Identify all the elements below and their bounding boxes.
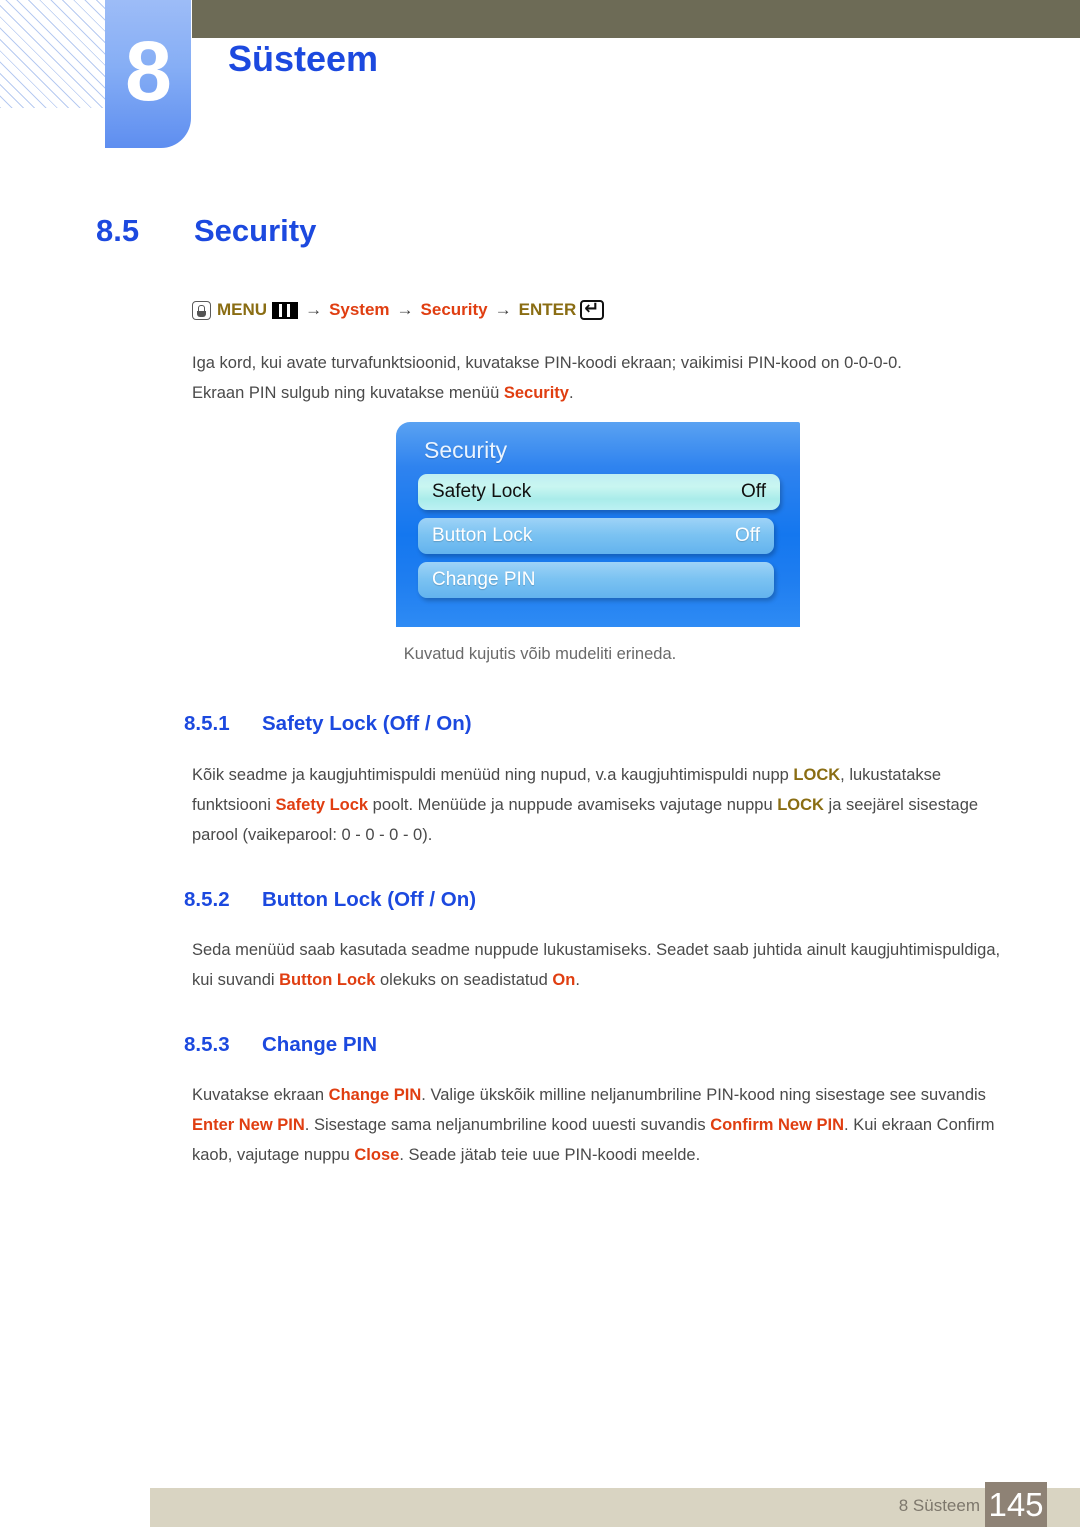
subsection-number-853: 8.5.3: [184, 1033, 230, 1056]
p852-highlight-on: On: [552, 971, 576, 989]
chapter-number-tab: 8: [105, 0, 191, 148]
p851-button-lock-1: LOCK: [793, 766, 841, 784]
header-olive-bar: [192, 0, 1080, 38]
subsection-number-851: 8.5.1: [184, 712, 230, 735]
osd-row-button-lock-label: Button Lock: [432, 525, 533, 546]
p851-text-3: poolt. Menüüde ja nuppude avamiseks vaju…: [368, 796, 778, 814]
osd-row-safety-lock: Safety Lock Off: [418, 474, 780, 510]
p853-highlight-confirm-new-pin: Confirm New PIN: [710, 1116, 845, 1134]
hand-press-icon: [192, 300, 211, 320]
subsection-number-852: 8.5.2: [184, 888, 230, 911]
p853-text-3: . Sisestage sama neljanumbriline kood uu…: [304, 1116, 711, 1134]
osd-menu-screenshot: Security Safety Lock Off Button Lock Off…: [396, 422, 800, 627]
intro-line-1: Iga kord, kui avate turvafunktsioonid, k…: [192, 354, 902, 372]
osd-row-button-lock-value: Off: [735, 525, 760, 546]
p853-highlight-enter-new-pin: Enter New PIN: [192, 1116, 305, 1134]
subsection-title-853: Change PIN: [262, 1033, 378, 1056]
osd-row-button-lock: Button Lock Off: [418, 518, 774, 554]
menu-bars-icon: [272, 301, 299, 319]
p853-text-5: . Seade jätab teie uue PIN-koodi meelde.: [399, 1146, 701, 1164]
subsection-heading-853: 8.5.3 Change PIN: [184, 1033, 377, 1057]
intro-line-2: Ekraan PIN sulgub ning kuvatakse menüü S…: [192, 378, 1010, 408]
menu-path-arrow-1: →: [305, 300, 323, 319]
subsection-title-852: Button Lock (Off / On): [262, 888, 477, 911]
enter-return-icon: [580, 298, 605, 320]
subsection-heading-852: 8.5.2 Button Lock (Off / On): [184, 888, 476, 912]
p853-highlight-close: Close: [354, 1146, 400, 1164]
menu-path-item-security: Security: [420, 300, 488, 319]
section-title: Security: [194, 213, 317, 248]
section-number: 8.5: [96, 213, 140, 248]
intro-line-2-text: Ekraan PIN sulgub ning kuvatakse menüü: [192, 384, 504, 402]
p851-highlight-safety-lock: Safety Lock: [275, 796, 369, 814]
chapter-title: Süsteem: [228, 38, 379, 79]
intro-highlight-security: Security: [503, 384, 569, 402]
footer-chapter-label: 8 Süsteem: [898, 1496, 980, 1515]
osd-row-safety-lock-value: Off: [741, 481, 766, 502]
menu-path-menu-label: MENU: [217, 300, 268, 319]
p853-highlight-change-pin: Change PIN: [328, 1086, 422, 1104]
p853-text-1: Kuvatakse ekraan: [192, 1086, 329, 1104]
osd-row-safety-lock-label: Safety Lock: [432, 481, 532, 502]
subsection-paragraph-853: Kuvatakse ekraan Change PIN. Valige üksk…: [192, 1080, 1010, 1170]
subsection-heading-851: 8.5.1 Safety Lock (Off / On): [184, 712, 472, 736]
osd-row-change-pin-label: Change PIN: [432, 569, 536, 590]
menu-path-breadcrumb: MENU → System → Security → ENTER: [192, 298, 605, 320]
p852-text-3: .: [575, 971, 580, 989]
p852-text-2: olekuks on seadistatud: [375, 971, 553, 989]
intro-paragraph: Iga kord, kui avate turvafunktsioonid, k…: [192, 348, 1010, 408]
osd-caption: Kuvatud kujutis võib mudeliti erineda.: [403, 645, 677, 663]
intro-line-2-period: .: [568, 384, 574, 402]
osd-row-change-pin: Change PIN: [418, 562, 774, 598]
menu-path-arrow-3: →: [494, 300, 512, 319]
footer-page-number: 145: [985, 1482, 1047, 1527]
menu-path-enter-label: ENTER: [518, 300, 577, 319]
subsection-paragraph-851: Kõik seadme ja kaugjuhtimispuldi menüüd …: [192, 760, 1010, 850]
menu-path-arrow-2: →: [396, 300, 414, 319]
chapter-number: 8: [125, 24, 172, 118]
osd-title: Security: [424, 437, 508, 463]
subsection-title-851: Safety Lock (Off / On): [262, 712, 472, 735]
menu-path-item-system: System: [329, 300, 390, 319]
subsection-paragraph-852: Seda menüüd saab kasutada seadme nuppude…: [192, 935, 1010, 995]
p853-text-2: . Valige ükskõik milline neljanumbriline…: [421, 1086, 986, 1104]
p852-highlight-button-lock: Button Lock: [279, 971, 376, 989]
p851-button-lock-2: LOCK: [777, 796, 824, 814]
p851-text-1: Kõik seadme ja kaugjuhtimispuldi menüüd …: [192, 766, 794, 784]
section-heading: 8.5 Security: [96, 213, 316, 249]
